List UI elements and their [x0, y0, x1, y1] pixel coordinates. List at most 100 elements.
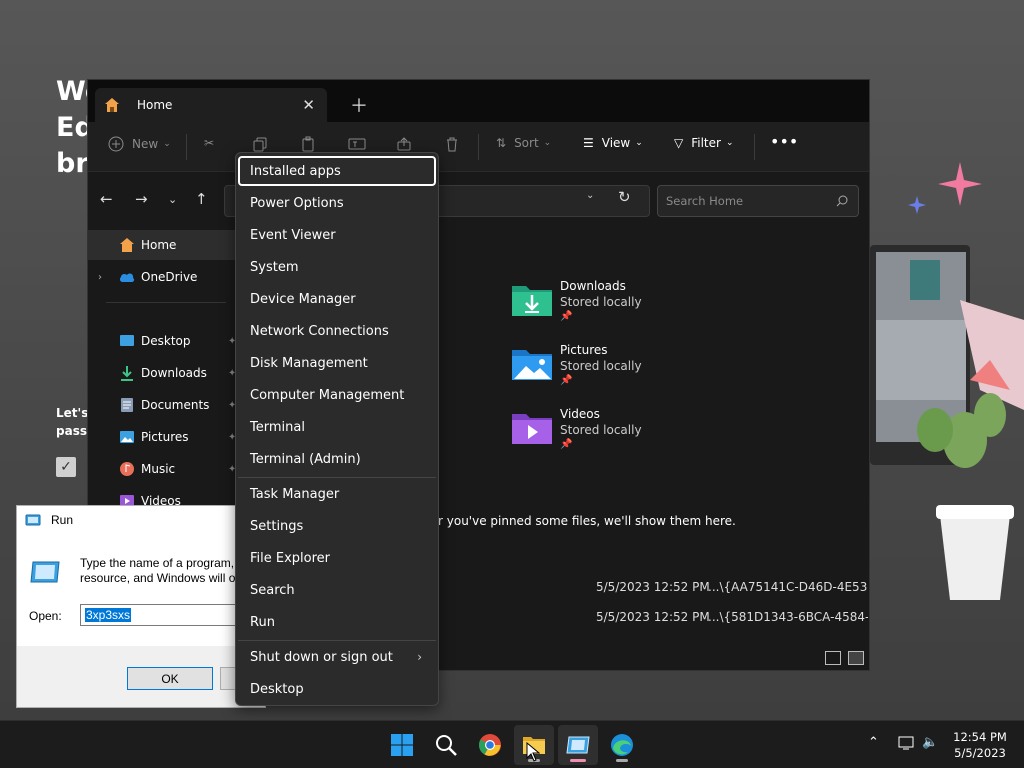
- menu-item-network-connections[interactable]: Network Connections: [238, 316, 436, 346]
- start-button[interactable]: [382, 725, 422, 765]
- nav-item-desktop[interactable]: Desktop ✦: [88, 326, 238, 356]
- address-dropdown-icon[interactable]: ⌄: [586, 190, 594, 201]
- menu-item-terminal-admin[interactable]: Terminal (Admin): [238, 444, 436, 474]
- document-icon: [119, 397, 135, 413]
- open-input[interactable]: 3xp3sxs: [80, 604, 260, 626]
- menu-item-event-viewer[interactable]: Event Viewer: [238, 220, 436, 250]
- paste-icon[interactable]: [300, 136, 316, 152]
- search-icon: [836, 195, 848, 207]
- pin-icon: 📌: [560, 311, 573, 322]
- search-input[interactable]: Search Home: [666, 194, 836, 208]
- menu-item-run[interactable]: Run: [238, 607, 436, 637]
- open-label: Open:: [29, 609, 62, 623]
- search-box[interactable]: Search Home: [657, 185, 859, 217]
- menu-item-file-explorer[interactable]: File Explorer: [238, 543, 436, 573]
- laptop-cactus-illustration: [870, 245, 1024, 600]
- downloads-folder-icon: [512, 286, 552, 316]
- download-icon: [119, 365, 135, 381]
- search-icon: [436, 735, 457, 756]
- menu-item-disk-management[interactable]: Disk Management: [238, 348, 436, 378]
- details-view-icon[interactable]: [825, 651, 841, 665]
- menu-item-system[interactable]: System: [238, 252, 436, 282]
- menu-item-search[interactable]: Search: [238, 575, 436, 605]
- run-title-bar[interactable]: Run: [17, 506, 265, 534]
- home-icon: [119, 237, 135, 253]
- new-button[interactable]: New ⌄: [108, 136, 171, 152]
- sort-button[interactable]: ⇅ Sort ⌄: [496, 136, 551, 150]
- chevron-right-icon: ›: [417, 650, 422, 664]
- windows-logo-icon: [391, 734, 413, 756]
- nav-item-music[interactable]: Music ✦: [88, 454, 238, 484]
- edge-app[interactable]: [602, 725, 642, 765]
- sparkle-icon: [938, 162, 982, 206]
- quick-access-item[interactable]: Pictures Stored locally 📌: [510, 342, 642, 388]
- rename-icon[interactable]: [348, 136, 366, 152]
- sort-icon: ⇅: [496, 136, 507, 150]
- forward-arrow-icon[interactable]: →: [135, 190, 148, 208]
- close-icon[interactable]: ✕: [302, 96, 315, 114]
- delete-icon[interactable]: [444, 136, 460, 152]
- back-arrow-icon[interactable]: ←: [100, 190, 113, 208]
- menu-item-desktop[interactable]: Desktop: [238, 674, 436, 704]
- nav-item-home[interactable]: Home: [88, 230, 238, 260]
- nav-item-pictures[interactable]: Pictures ✦: [88, 422, 238, 452]
- run-icon: [30, 561, 60, 583]
- network-icon[interactable]: [898, 735, 914, 755]
- command-bar: New ⌄ ✂ ⇅ Sort ⌄ ☰ View ⌄ ▽ Filter ⌄ •••: [88, 122, 869, 172]
- cut-icon[interactable]: ✂: [204, 136, 214, 150]
- table-row[interactable]: 5/5/2023 12:52 PM ...\{581D1343-6BCA-458…: [438, 610, 868, 630]
- table-row[interactable]: 5/5/2023 12:52 PM ...\{AA75141C-D46D-4E5…: [438, 580, 868, 600]
- more-options-icon[interactable]: •••: [770, 132, 798, 151]
- pin-icon: 📌: [560, 375, 573, 386]
- chrome-icon: [479, 734, 501, 756]
- copy-icon[interactable]: [252, 136, 268, 152]
- nav-item-onedrive[interactable]: › OneDrive: [88, 262, 238, 292]
- chevron-up-icon[interactable]: ⌃: [868, 735, 879, 750]
- quick-access-item[interactable]: Downloads Stored locally 📌: [510, 278, 642, 324]
- videos-folder-icon: [512, 414, 552, 444]
- chevron-right-icon[interactable]: ›: [98, 272, 102, 283]
- picture-icon: [119, 429, 135, 445]
- ok-button[interactable]: OK: [127, 667, 213, 690]
- run-dialog: Run Type the name of a program, f resour…: [16, 505, 266, 708]
- run-icon: [566, 736, 590, 754]
- menu-item-computer-management[interactable]: Computer Management: [238, 380, 436, 410]
- run-icon: [25, 514, 41, 526]
- cloud-icon: [119, 269, 135, 285]
- chrome-app[interactable]: [470, 725, 510, 765]
- quick-access-item[interactable]: Videos Stored locally 📌: [510, 406, 642, 452]
- favorites-empty-message: r you've pinned some files, we'll show t…: [438, 514, 736, 528]
- refresh-icon[interactable]: ↻: [618, 188, 631, 206]
- filter-button[interactable]: ▽ Filter ⌄: [674, 136, 734, 150]
- menu-item-settings[interactable]: Settings: [238, 511, 436, 541]
- run-app[interactable]: [558, 725, 598, 765]
- view-button[interactable]: ☰ View ⌄: [583, 136, 643, 150]
- power-user-menu: Installed apps Power Options Event Viewe…: [235, 152, 439, 706]
- taskbar-clock[interactable]: 12:54 PM 5/5/2023: [948, 729, 1012, 761]
- edge-icon: [611, 734, 633, 756]
- list-view-icon: ☰: [583, 136, 594, 150]
- nav-item-downloads[interactable]: Downloads ✦: [88, 358, 238, 388]
- menu-item-task-manager[interactable]: Task Manager: [238, 479, 436, 509]
- desktop-icon: [119, 333, 135, 349]
- menu-item-installed-apps[interactable]: Installed apps: [238, 156, 436, 186]
- new-tab-button[interactable]: ＋: [350, 92, 368, 118]
- menu-item-device-manager[interactable]: Device Manager: [238, 284, 436, 314]
- tab-bar: Home ✕ ＋: [88, 80, 869, 122]
- tiles-view-icon[interactable]: [848, 651, 864, 665]
- taskbar: ⌃ 🔈 12:54 PM 5/5/2023: [0, 720, 1024, 768]
- up-arrow-icon[interactable]: ↑: [195, 190, 208, 208]
- pictures-folder-icon: [512, 350, 552, 380]
- search-button[interactable]: [426, 725, 466, 765]
- menu-item-power-options[interactable]: Power Options: [238, 188, 436, 218]
- plus-circle-icon: [108, 136, 124, 152]
- run-description: Type the name of a program, f resource, …: [80, 556, 243, 585]
- share-icon[interactable]: [396, 136, 412, 152]
- menu-item-shut-down[interactable]: Shut down or sign out ›: [238, 642, 436, 672]
- tab-home[interactable]: Home ✕: [95, 88, 327, 122]
- chevron-down-icon[interactable]: ⌄: [168, 193, 177, 206]
- nav-item-documents[interactable]: Documents ✦: [88, 390, 238, 420]
- menu-item-terminal[interactable]: Terminal: [238, 412, 436, 442]
- volume-icon[interactable]: 🔈: [922, 735, 938, 750]
- welcome-checkbox[interactable]: ✓: [56, 457, 76, 477]
